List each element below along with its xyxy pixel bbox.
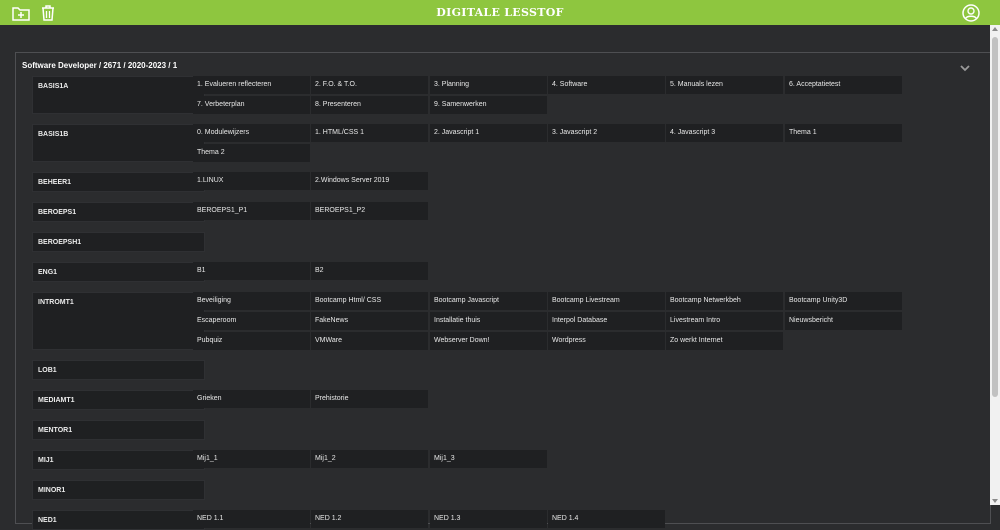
lesson-item[interactable]: 2. Javascript 1: [430, 124, 547, 142]
scroll-down-arrow-icon[interactable]: [992, 499, 998, 503]
course-lob1[interactable]: LOB1: [32, 360, 205, 380]
course-mentor1[interactable]: MENTOR1: [32, 420, 205, 440]
lesson-item[interactable]: B1: [193, 262, 310, 280]
lesson-item[interactable]: Mij1_3: [430, 450, 547, 468]
lesson-item[interactable]: Livestream Intro: [666, 312, 783, 330]
course-mediamt1[interactable]: MEDIAMT1: [32, 390, 205, 410]
lesson-item[interactable]: Bootcamp Html/ CSS: [311, 292, 428, 310]
lesson-item[interactable]: NED 1.3: [430, 510, 547, 528]
lesson-item[interactable]: 3. Javascript 2: [548, 124, 665, 142]
lesson-item[interactable]: B2: [311, 262, 428, 280]
lesson-item[interactable]: 3. Planning: [430, 76, 547, 94]
panel-title: Software Developer / 2671 / 2020-2023 / …: [22, 61, 178, 70]
lesson-item[interactable]: 7. Verbeterplan: [193, 96, 310, 114]
course-intromt1[interactable]: INTROMT1: [32, 292, 205, 350]
lesson-item[interactable]: NED 1.2: [311, 510, 428, 528]
lesson-item[interactable]: Bootcamp Netwerkbeh: [666, 292, 783, 310]
curriculum-panel: Software Developer / 2671 / 2020-2023 / …: [15, 52, 991, 530]
user-circle-icon[interactable]: [961, 3, 981, 23]
lesson-item[interactable]: Bootcamp Unity3D: [785, 292, 902, 310]
lesson-item[interactable]: 6. Acceptatietest: [785, 76, 902, 94]
chevron-down-icon[interactable]: [959, 60, 971, 72]
lesson-item[interactable]: 2.Windows Server 2019: [311, 172, 428, 190]
lesson-item[interactable]: NED 1.1: [193, 510, 310, 528]
vertical-scrollbar[interactable]: [990, 25, 1000, 505]
course-basis1a[interactable]: BASIS1A: [32, 76, 205, 114]
lesson-item[interactable]: VMWare: [311, 332, 428, 350]
lesson-item[interactable]: Beveiliging: [193, 292, 310, 310]
course-mij1[interactable]: MIJ1: [32, 450, 205, 470]
lesson-item[interactable]: FakeNews: [311, 312, 428, 330]
lesson-item[interactable]: 5. Manuals lezen: [666, 76, 783, 94]
course-ned1[interactable]: NED1: [32, 510, 205, 530]
lesson-item[interactable]: Mij1_2: [311, 450, 428, 468]
top-bar: DIGITALE LESSTOF: [0, 0, 1000, 25]
lesson-item[interactable]: Nieuwsbericht: [785, 312, 902, 330]
lesson-item[interactable]: 1. Evalueren reflecteren: [193, 76, 310, 94]
lesson-item[interactable]: 4. Javascript 3: [666, 124, 783, 142]
course-beheer1[interactable]: BEHEER1: [32, 172, 205, 192]
lesson-item[interactable]: Interpol Database: [548, 312, 665, 330]
lesson-item[interactable]: 1.LINUX: [193, 172, 310, 190]
course-basis1b[interactable]: BASIS1B: [32, 124, 205, 162]
lesson-item[interactable]: Mij1_1: [193, 450, 310, 468]
lesson-item[interactable]: BEROEPS1_P2: [311, 202, 428, 220]
lesson-item[interactable]: Bootcamp Livestream: [548, 292, 665, 310]
scrollbar-thumb[interactable]: [992, 37, 998, 397]
lesson-item[interactable]: 2. F.O. & T.O.: [311, 76, 428, 94]
lesson-item[interactable]: Webserver Down!: [430, 332, 547, 350]
course-minor1[interactable]: MINOR1: [32, 480, 205, 500]
course-eng1[interactable]: ENG1: [32, 262, 205, 282]
lesson-item[interactable]: Prehistorie: [311, 390, 428, 408]
lesson-item[interactable]: NED 1.4: [548, 510, 665, 528]
lesson-item[interactable]: Bootcamp Javascript: [430, 292, 547, 310]
lesson-item[interactable]: 1. HTML/CSS 1: [311, 124, 428, 142]
course-beroeps1[interactable]: BEROEPS1: [32, 202, 205, 222]
lesson-item[interactable]: 9. Samenwerken: [430, 96, 547, 114]
lesson-item[interactable]: Thema 2: [193, 144, 310, 162]
lesson-item[interactable]: Zo werkt Internet: [666, 332, 783, 350]
lesson-item[interactable]: 4. Software: [548, 76, 665, 94]
lesson-item[interactable]: Grieken: [193, 390, 310, 408]
lesson-item[interactable]: Thema 1: [785, 124, 902, 142]
lesson-item[interactable]: BEROEPS1_P1: [193, 202, 310, 220]
lesson-item[interactable]: Installatie thuis: [430, 312, 547, 330]
lesson-item[interactable]: 8. Presenteren: [311, 96, 428, 114]
lesson-item[interactable]: 0. Modulewijzers: [193, 124, 310, 142]
lesson-item[interactable]: Wordpress: [548, 332, 665, 350]
lesson-item[interactable]: Escaperoom: [193, 312, 310, 330]
lesson-item[interactable]: Pubquiz: [193, 332, 310, 350]
app-title: DIGITALE LESSTOF: [436, 6, 564, 19]
scroll-up-arrow-icon[interactable]: [992, 27, 998, 31]
course-beroepsh1[interactable]: BEROEPSH1: [32, 232, 205, 252]
